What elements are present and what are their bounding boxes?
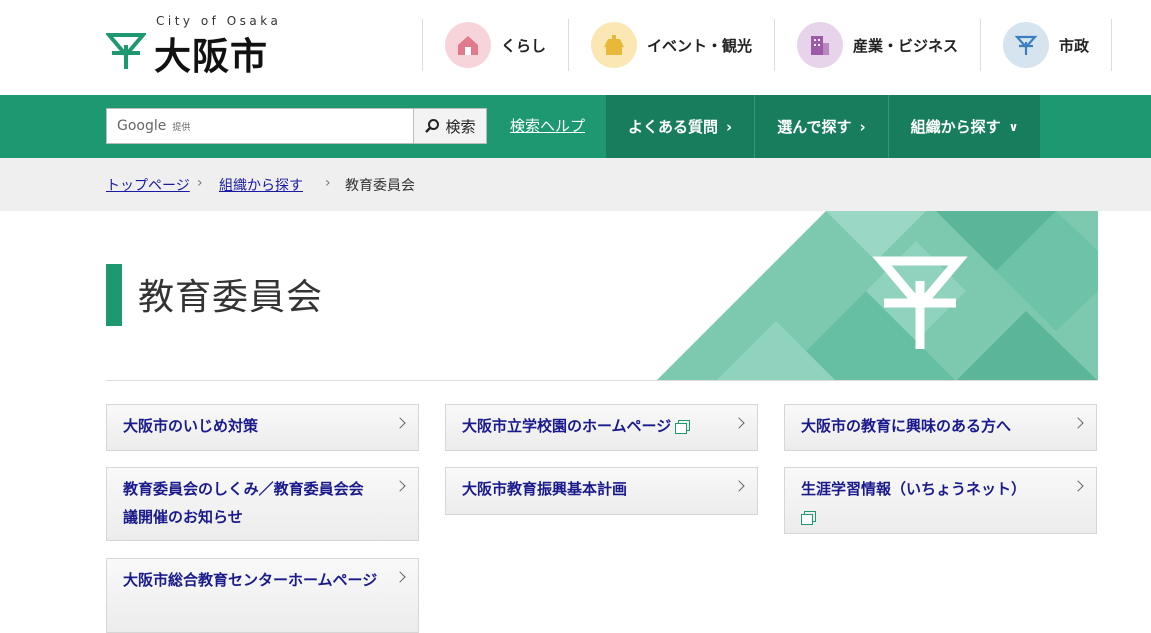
- link-school-homepages[interactable]: 大阪市立学校園のホームページ: [445, 404, 758, 451]
- chevron-right-icon: [394, 417, 406, 429]
- global-nav-bar: Google 提供 検索 検索ヘルプ よくある質問 › 選んで探す › 組織から探す ∨: [0, 95, 1151, 158]
- gnav-choose[interactable]: 選んで探す ›: [754, 95, 887, 158]
- topnav-item-shisei[interactable]: 市政: [980, 19, 1113, 71]
- page-title: 教育委員会: [138, 277, 324, 318]
- breadcrumb-separator-icon: ›: [197, 175, 203, 191]
- osaka-emblem-icon: [106, 33, 146, 69]
- chevron-right-icon: [733, 417, 745, 429]
- building-icon: [797, 22, 844, 68]
- top-navigation: くらし イベント・観光 産業・ビジネス 市政: [422, 19, 1113, 71]
- castle-icon: [591, 22, 638, 68]
- hero-pattern: [657, 211, 1098, 380]
- gnav-faq[interactable]: よくある質問 ›: [606, 95, 754, 158]
- topnav-item-kurashi[interactable]: くらし: [422, 19, 568, 71]
- breadcrumb-separator-icon: ›: [325, 175, 331, 191]
- search-icon: [425, 119, 440, 133]
- link-bullying[interactable]: 大阪市のいじめ対策: [106, 404, 419, 451]
- external-link-icon: [675, 419, 691, 434]
- chevron-right-icon: ›: [859, 117, 866, 136]
- topnav-label: 産業・ビジネス: [853, 36, 959, 55]
- gnav-organization[interactable]: 組織から探す ∨: [887, 95, 1041, 158]
- link-education-center[interactable]: 大阪市総合教育センターホームページ: [106, 558, 419, 633]
- chevron-right-icon: ›: [726, 117, 733, 136]
- global-nav: よくある質問 › 選んで探す › 組織から探す ∨: [606, 95, 1041, 158]
- chevron-right-icon: [1072, 417, 1084, 429]
- link-education-plan[interactable]: 大阪市教育振興基本計画: [445, 467, 758, 515]
- link-lifelong-learning[interactable]: 生涯学習情報（いちょうネット）: [784, 467, 1097, 534]
- title-accent-bar: [106, 264, 122, 326]
- search-input[interactable]: Google 提供: [106, 108, 414, 144]
- topnav-label: くらし: [501, 36, 547, 55]
- topnav-item-business[interactable]: 産業・ビジネス: [774, 19, 980, 71]
- link-interested[interactable]: 大阪市の教育に興味のある方へ: [784, 404, 1097, 451]
- site-logo[interactable]: City of Osaka 大阪市: [106, 14, 296, 78]
- breadcrumb-current: 教育委員会: [345, 178, 415, 194]
- site-header: City of Osaka 大阪市 くらし イベント・観光 産業・ビジネス 市政: [0, 0, 1151, 95]
- page-hero: 教育委員会: [106, 211, 1098, 381]
- topnav-label: 市政: [1059, 36, 1090, 55]
- breadcrumb: トップページ › 組織から探す › 教育委員会: [0, 158, 1151, 211]
- logo-name: 大阪市: [154, 35, 268, 78]
- breadcrumb-home-link[interactable]: トップページ: [106, 175, 190, 195]
- search-help-link[interactable]: 検索ヘルプ: [510, 115, 585, 136]
- topnav-item-events[interactable]: イベント・観光: [568, 19, 774, 71]
- city-emblem-icon: [1003, 22, 1050, 68]
- breadcrumb-parent-link[interactable]: 組織から探す: [219, 175, 303, 195]
- search-button[interactable]: 検索: [413, 108, 487, 144]
- external-link-icon: [801, 510, 816, 525]
- chevron-right-icon: [1072, 480, 1084, 492]
- chevron-down-icon: ∨: [1008, 119, 1019, 134]
- topnav-label: イベント・観光: [647, 36, 753, 55]
- chevron-right-icon: [394, 571, 406, 583]
- google-provided-label: Google 提供: [117, 118, 191, 134]
- chevron-right-icon: [394, 480, 406, 492]
- chevron-right-icon: [733, 480, 745, 492]
- house-icon: [445, 22, 491, 68]
- link-board-meetings[interactable]: 教育委員会のしくみ／教育委員会会議開催のお知らせ: [106, 467, 419, 541]
